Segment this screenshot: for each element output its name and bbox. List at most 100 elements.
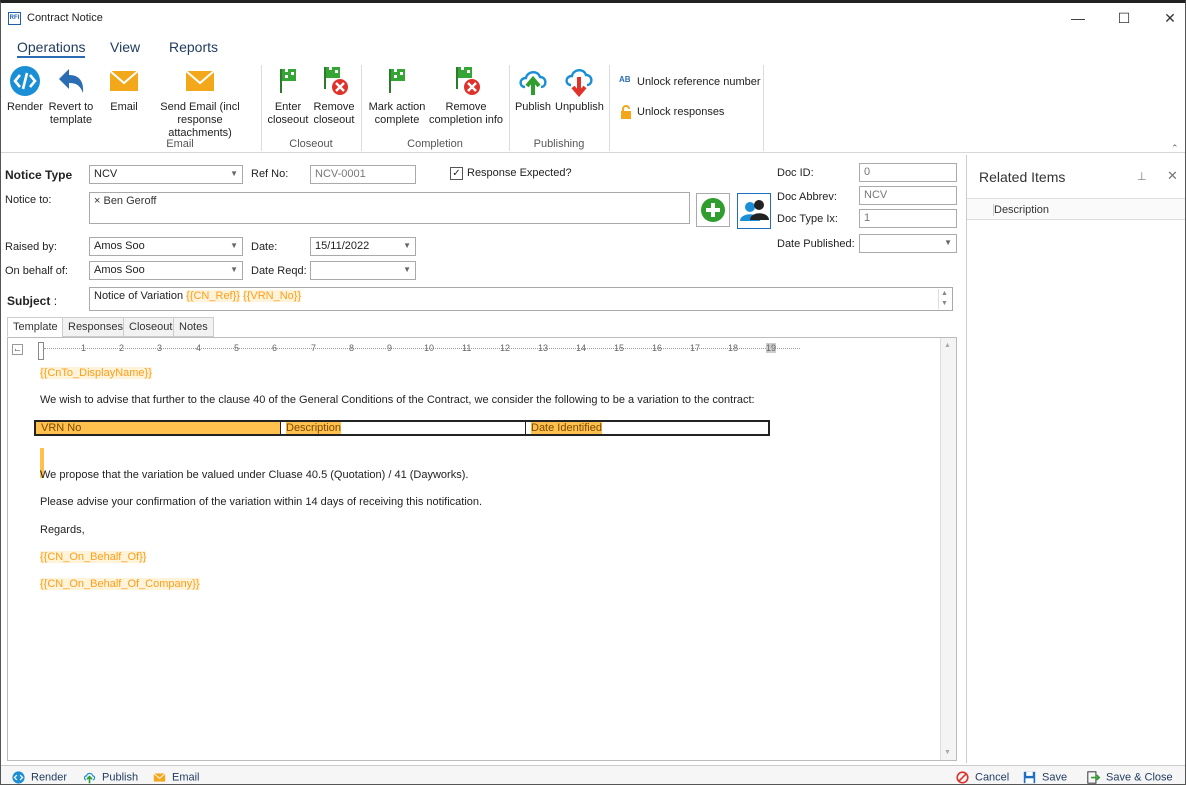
- cloud-download-icon: [565, 69, 593, 97]
- date-label: Date:: [251, 241, 278, 253]
- chevron-down-icon: ▼: [230, 241, 238, 250]
- status-render-button[interactable]: Render: [11, 771, 67, 784]
- publish-button[interactable]: Publish: [513, 65, 553, 114]
- close-button[interactable]: ✕: [1155, 7, 1185, 29]
- ruler-number: 13: [538, 343, 549, 353]
- related-items-header[interactable]: Description: [967, 198, 1185, 220]
- ribbon-divider: [509, 65, 510, 151]
- date-reqd-picker[interactable]: ▼: [310, 261, 416, 280]
- render-button[interactable]: Render: [5, 65, 45, 114]
- pin-icon[interactable]: ⊥: [1137, 170, 1147, 183]
- cancel-button[interactable]: Cancel: [955, 771, 1009, 784]
- tab-closeout[interactable]: Closeout: [123, 317, 179, 337]
- ruler-number: 18: [728, 343, 739, 353]
- table-header-description: Description: [280, 422, 525, 434]
- enter-closeout-button[interactable]: Enter closeout: [267, 65, 309, 127]
- table-header-vrn-no: VRN No: [36, 422, 280, 434]
- response-expected-label: Response Expected?: [467, 167, 572, 179]
- padlock-icon: [621, 105, 631, 119]
- indent-marker[interactable]: [38, 342, 44, 360]
- raised-by-select[interactable]: Amos Soo ▼: [89, 237, 243, 256]
- minimize-button[interactable]: —: [1063, 7, 1093, 29]
- chevron-down-icon: ▼: [403, 265, 411, 274]
- remove-closeout-button[interactable]: Remove closeout: [311, 65, 357, 127]
- code-icon: [10, 66, 40, 96]
- ruler-number: 4: [196, 343, 202, 353]
- template-editor[interactable]: ⌙ 1 2 3 4 5 6 7 8 9 10 11 12 13 14 15 16…: [7, 337, 957, 761]
- ruler-number: 8: [349, 343, 355, 353]
- close-icon[interactable]: ✕: [1167, 168, 1178, 184]
- date-published-label: Date Published:: [777, 238, 855, 250]
- mark-action-complete-button[interactable]: Mark action complete: [367, 65, 427, 127]
- description-column[interactable]: Description: [993, 204, 1049, 216]
- group-completion-label: Completion: [407, 138, 463, 150]
- tab-operations[interactable]: Operations: [17, 39, 86, 58]
- status-publish-button[interactable]: Publish: [82, 771, 138, 784]
- tab-stop-icon[interactable]: ⌙: [12, 344, 23, 355]
- collapse-ribbon-icon[interactable]: ⌃: [1171, 143, 1179, 154]
- send-email-button[interactable]: Send Email (incl response attachments): [147, 65, 253, 140]
- tab-reports[interactable]: Reports: [169, 39, 218, 55]
- tab-notes[interactable]: Notes: [173, 317, 214, 337]
- ruler-number: 3: [157, 343, 163, 353]
- tab-template[interactable]: Template: [7, 317, 64, 337]
- doc-abbrev-field[interactable]: NCV: [859, 186, 957, 205]
- recipient-chip[interactable]: × Ben Geroff: [94, 195, 156, 207]
- tab-view[interactable]: View: [110, 39, 140, 55]
- ruler-number: 16: [652, 343, 663, 353]
- revert-to-template-button[interactable]: Revert to template: [47, 65, 95, 127]
- date-published-picker[interactable]: ▼: [859, 234, 957, 253]
- ruler-number: 17: [690, 343, 701, 353]
- rename-icon: AB: [619, 75, 631, 84]
- doc-abbrev-label: Doc Abbrev:: [777, 191, 837, 203]
- ruler: ⌙ 1 2 3 4 5 6 7 8 9 10 11 12 13 14 15 16…: [8, 338, 938, 360]
- template-tag: {{CN_On_Behalf_Of_Company}}: [40, 578, 200, 590]
- unlock-responses-button[interactable]: Unlock responses: [619, 105, 724, 119]
- ref-no-label: Ref No:: [251, 168, 289, 180]
- ref-no-field[interactable]: NCV-0001: [310, 165, 416, 184]
- remove-completion-info-button[interactable]: Remove completion info: [429, 65, 503, 127]
- chevron-down-icon: ▼: [230, 265, 238, 274]
- unpublish-button[interactable]: Unpublish: [555, 65, 604, 114]
- variation-table[interactable]: VRN No Description Date Identified: [34, 420, 770, 436]
- email-button[interactable]: Email: [105, 65, 143, 114]
- paragraph: We propose that the variation be valued …: [40, 469, 469, 481]
- notice-type-select[interactable]: NCV ▼: [89, 165, 243, 184]
- ribbon: Render Revert to template Email Send Emai…: [1, 59, 1185, 153]
- related-items-title: Related Items: [979, 169, 1066, 185]
- doc-type-ix-field[interactable]: 1: [859, 209, 957, 228]
- doc-id-label: Doc ID:: [777, 167, 814, 179]
- save-button[interactable]: Save: [1022, 771, 1067, 784]
- tab-responses[interactable]: Responses: [62, 317, 130, 337]
- add-recipient-button[interactable]: [696, 193, 730, 227]
- select-contacts-button[interactable]: [737, 193, 771, 229]
- doc-type-ix-label: Doc Type Ix:: [777, 213, 838, 225]
- ruler-number: 11: [462, 343, 472, 353]
- status-email-button[interactable]: Email: [152, 771, 200, 784]
- unlock-reference-number-button[interactable]: AB Unlock reference number: [619, 75, 761, 89]
- response-expected-checkbox[interactable]: ✓: [450, 167, 463, 180]
- editor-scrollbar[interactable]: ▲ ▼: [940, 338, 956, 760]
- add-icon: [701, 198, 725, 222]
- date-picker[interactable]: 15/11/2022 ▼: [310, 237, 416, 256]
- save-and-close-button[interactable]: Save & Close: [1086, 771, 1173, 784]
- ruler-number: 2: [119, 343, 125, 353]
- cloud-upload-icon: [83, 772, 96, 784]
- chevron-down-icon: ▼: [944, 238, 952, 247]
- ruler-number: 6: [272, 343, 278, 353]
- doc-id-field[interactable]: 0: [859, 163, 957, 182]
- code-icon: [12, 771, 25, 784]
- ribbon-divider: [361, 65, 362, 151]
- notice-to-field[interactable]: × Ben Geroff: [89, 192, 690, 224]
- maximize-button[interactable]: ☐: [1109, 7, 1139, 29]
- ruler-number: 10: [424, 343, 435, 353]
- scroll-down-icon[interactable]: ▼: [944, 749, 951, 756]
- template-tag: {{CN_On_Behalf_Of}}: [40, 551, 147, 563]
- subject-field[interactable]: Notice of Variation {{CN_Ref}} {{VRN_No}…: [89, 287, 953, 311]
- on-behalf-of-select[interactable]: Amos Soo ▼: [89, 261, 243, 280]
- group-closeout-label: Closeout: [289, 138, 333, 150]
- subject-scroll[interactable]: ▲ ▼: [938, 289, 950, 309]
- on-behalf-of-label: On behalf of:: [5, 265, 68, 277]
- related-items-panel: Related Items ⊥ ✕ Description: [966, 155, 1185, 763]
- scroll-up-icon[interactable]: ▲: [944, 342, 951, 349]
